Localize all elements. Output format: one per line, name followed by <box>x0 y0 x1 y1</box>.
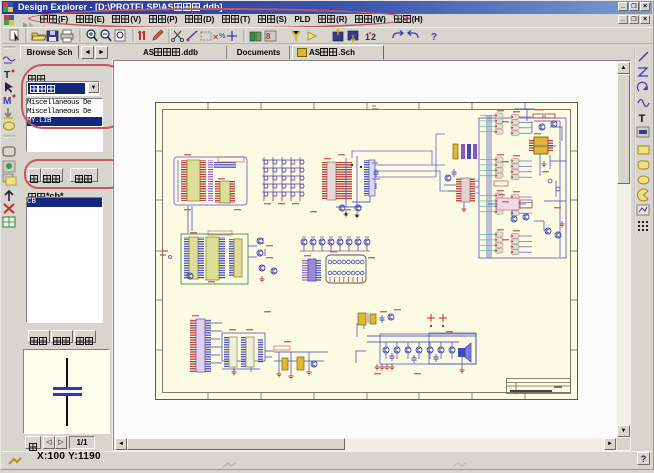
svg-text:M: M <box>3 96 11 107</box>
svg-text:T: T <box>639 113 646 125</box>
svg-text:8: 8 <box>266 32 271 41</box>
svg-text:?: ? <box>431 32 437 43</box>
svg-text:T: T <box>4 70 10 81</box>
svg-text:2: 2 <box>371 32 376 42</box>
svg-text:%: % <box>219 33 225 40</box>
svg-text:×: × <box>213 32 218 42</box>
